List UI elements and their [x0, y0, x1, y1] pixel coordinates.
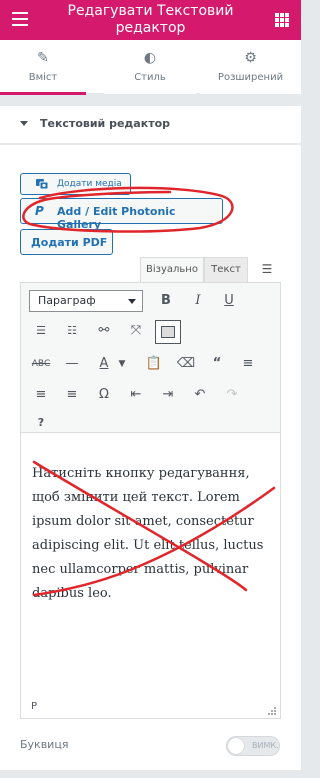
widgets-grid-icon[interactable] — [275, 13, 289, 27]
redo-icon[interactable]: ↷ — [219, 383, 245, 407]
italic-icon[interactable]: I — [185, 289, 211, 313]
clear-formatting-icon[interactable]: ⌫ — [173, 352, 199, 376]
strikethrough-icon[interactable]: ABC — [28, 352, 54, 376]
add-media-button[interactable]: Додати медіа — [20, 173, 131, 195]
toggle-text: ВИМК. — [252, 741, 279, 750]
database-icon[interactable]: ☰ — [253, 257, 281, 283]
indent-icon[interactable]: ⇥ — [155, 383, 181, 407]
underline-icon[interactable]: U — [216, 289, 242, 313]
add-pdf-label: Додати PDF — [31, 236, 108, 249]
horizontal-line-icon[interactable]: — — [59, 352, 85, 376]
link-icon[interactable]: ⚯ — [91, 319, 117, 343]
bullet-list-icon[interactable]: ☰ — [28, 319, 54, 343]
photonic-icon: P — [35, 204, 44, 218]
tab-text[interactable]: Текст — [204, 257, 248, 283]
panel-title: Редагувати Текстовий редактор — [67, 3, 234, 36]
align-right-icon[interactable]: ≡ — [59, 383, 85, 407]
editor-content[interactable]: Натисніть кнопку редагування, щоб змінит… — [32, 462, 272, 606]
add-media-label: Додати медіа — [57, 179, 122, 189]
text-color-dropdown-icon[interactable]: ▼ — [115, 352, 129, 376]
toolbar-toggle-icon[interactable] — [155, 320, 181, 344]
gear-icon: ⚙ — [244, 50, 257, 66]
panel-header: Редагувати Текстовий редактор — [0, 0, 301, 40]
chevron-down-icon — [128, 299, 136, 304]
panel-tabs: ✎ Вміст ◐ Стиль ⚙ Розширений — [0, 40, 301, 95]
element-path: P — [31, 701, 38, 712]
wysiwyg-editor: Параграф B I U ☰ ☷ ⚯ ⤧ ABC — A ▼ 📋 ⌫ “ ≡… — [20, 282, 281, 719]
pencil-icon: ✎ — [37, 50, 49, 66]
tab-visual[interactable]: Візуально — [140, 257, 204, 283]
tab-advanced[interactable]: ⚙ Розширений — [200, 40, 301, 94]
editor-mode-tabs: Візуально Текст ☰ — [140, 257, 281, 283]
add-pdf-button[interactable]: Додати PDF — [20, 229, 113, 255]
tab-advanced-label: Розширений — [217, 72, 284, 83]
format-select-value: Параграф — [38, 294, 96, 307]
toggle-knob — [228, 738, 244, 754]
help-icon[interactable]: ? — [28, 411, 54, 435]
tab-style-label: Стиль — [134, 72, 166, 83]
caret-down-icon — [20, 121, 28, 126]
align-center-icon[interactable]: ≡ — [28, 383, 54, 407]
align-left-icon[interactable]: ≡ — [235, 352, 261, 376]
hamburger-menu-icon[interactable] — [12, 12, 28, 26]
special-character-icon[interactable]: Ω — [91, 383, 117, 407]
tab-content[interactable]: ✎ Вміст — [0, 40, 86, 95]
tab-style[interactable]: ◐ Стиль — [104, 40, 196, 94]
resize-handle-icon[interactable] — [268, 707, 276, 715]
contrast-icon: ◐ — [143, 50, 157, 66]
editor-toolbar: Параграф B I U ☰ ☷ ⚯ ⤧ ABC — A ▼ 📋 ⌫ “ ≡… — [21, 283, 280, 433]
numbered-list-icon[interactable]: ☷ — [59, 319, 85, 343]
drop-cap-toggle[interactable]: ВИМК. — [226, 736, 280, 756]
undo-icon[interactable]: ↶ — [187, 383, 213, 407]
section-title: Текстовий редактор — [40, 117, 171, 130]
bold-icon[interactable]: B — [153, 289, 179, 313]
quote-icon[interactable]: “ — [204, 352, 230, 376]
format-select[interactable]: Параграф — [29, 290, 143, 312]
outdent-icon[interactable]: ⇤ — [123, 383, 149, 407]
text-color-icon[interactable]: A — [91, 352, 117, 376]
media-icon — [36, 179, 49, 190]
drop-cap-label: Буквиця — [20, 738, 69, 751]
photonic-gallery-label: Add / Edit Photonic Gallery — [57, 205, 176, 231]
paste-text-icon[interactable]: 📋 — [141, 352, 167, 376]
section-toggle[interactable]: Текстовий редактор — [0, 106, 301, 144]
tab-content-label: Вміст — [28, 72, 58, 83]
photonic-gallery-button[interactable]: P Add / Edit Photonic Gallery — [20, 198, 223, 231]
fullscreen-icon[interactable]: ⤧ — [123, 319, 149, 343]
